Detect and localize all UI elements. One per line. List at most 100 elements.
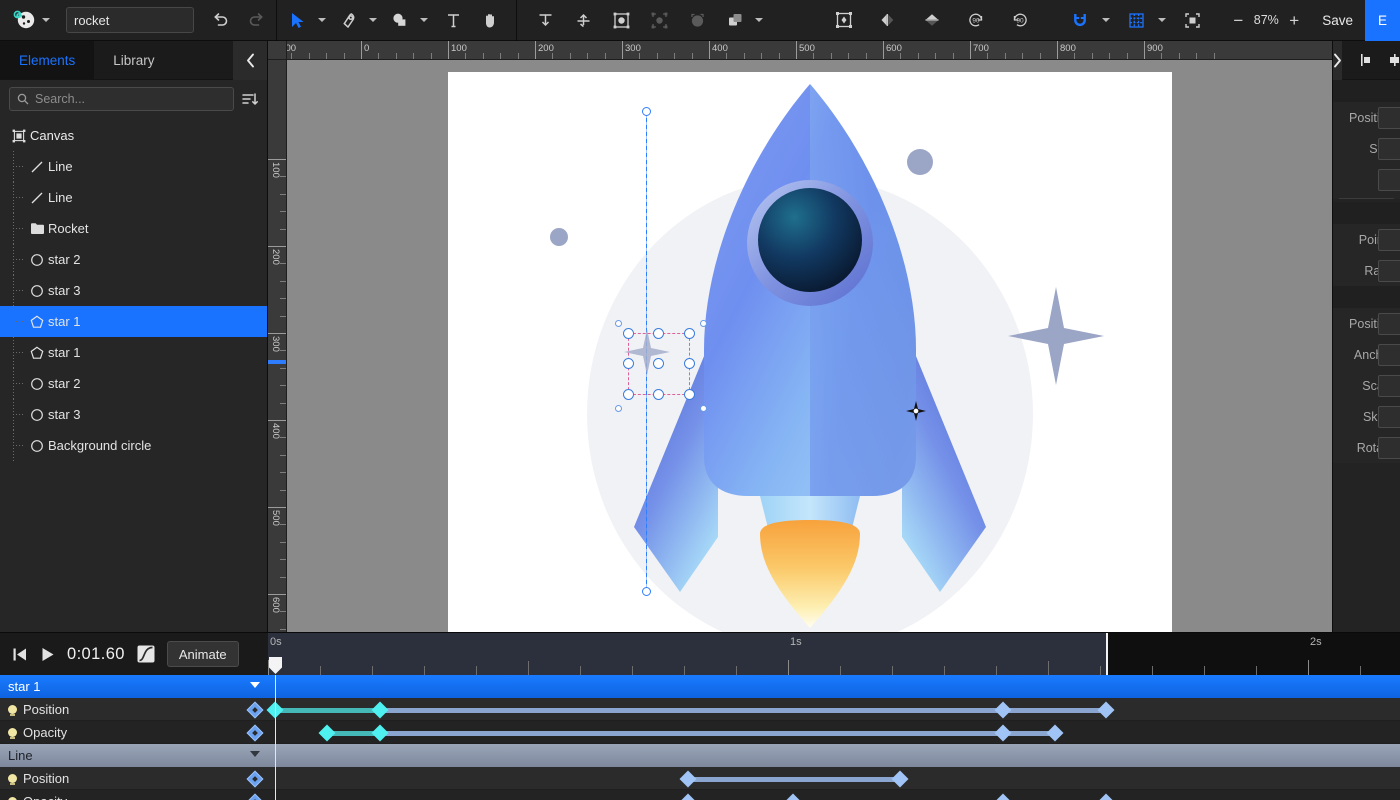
animate-button[interactable]: Animate [166,641,239,667]
zoom-level-label[interactable]: 87% [1249,13,1283,27]
chevron-down-icon[interactable] [250,682,260,688]
play-button[interactable] [39,646,56,663]
add-keyframe-button[interactable] [246,724,264,741]
resize-handle-t[interactable] [653,328,664,339]
rotate-handle-tl[interactable] [615,320,622,327]
resize-handle-r[interactable] [684,358,695,369]
tab-elements[interactable]: Elements [0,41,95,79]
shape-tool-caret-icon[interactable] [420,18,428,22]
timeline-property-row[interactable]: Opacity [0,790,1400,800]
layer-item-star-3[interactable]: star 3 [0,399,267,430]
save-button[interactable]: Save [1310,0,1365,41]
expand-right-panel-button[interactable] [1333,41,1342,80]
align-top-button[interactable] [531,6,559,34]
keyframe-marker[interactable] [994,724,1012,741]
keyframe-segment[interactable] [275,708,380,713]
keyframe-marker[interactable] [679,770,697,787]
timeline-object-row[interactable]: Line [0,744,1400,767]
timeline-property-header[interactable]: Position [0,698,268,721]
timeline-property-row[interactable]: Position [0,698,1400,721]
motion-path-endpoint-bottom[interactable] [642,587,651,596]
redo-button[interactable] [242,6,270,34]
align-left-panel-icon[interactable] [1352,46,1380,74]
mask-button[interactable] [683,6,711,34]
keyframe-enabled-icon[interactable] [8,727,17,739]
zoom-out-button[interactable]: − [1228,12,1248,29]
position-field[interactable]: Position: [1333,102,1400,133]
layer-item-star-2[interactable]: star 2 [0,368,267,399]
pen-tool[interactable] [334,6,362,34]
layer-item-line[interactable]: Line [0,151,267,182]
grid-caret-icon[interactable] [1158,18,1167,22]
resize-handle-tl[interactable] [623,328,634,339]
chevron-down-icon[interactable] [250,751,260,757]
undo-button[interactable] [206,6,234,34]
position-field-input[interactable] [1378,106,1400,129]
size-field-input[interactable] [1378,137,1400,160]
vertical-ruler[interactable]: 100 200 300 400 500 600 [268,60,287,632]
timeline-property-row[interactable]: Position [0,767,1400,790]
ungroup-button[interactable] [645,6,673,34]
zoom-in-button[interactable]: + [1284,12,1304,29]
motion-path-endpoint-top[interactable] [642,107,651,116]
resize-handle-b[interactable] [653,389,664,400]
search-input[interactable] [35,92,226,106]
timeline-object-band[interactable] [268,744,1400,767]
timeline-property-header[interactable]: Position [0,767,268,790]
timeline-end-marker[interactable] [1106,633,1108,675]
keyframe-segment[interactable] [688,777,900,782]
keyframe-marker[interactable] [784,793,802,800]
layer-item-star-2[interactable]: star 2 [0,244,267,275]
artboard[interactable] [448,72,1172,651]
layer-item-background-circle[interactable]: Background circle [0,430,267,461]
timeline-property-track[interactable] [268,767,1400,790]
go-to-start-button[interactable] [11,646,28,663]
shape-tool[interactable] [385,6,413,34]
canvas-area[interactable]: -1000100200300400500600700800900 1002003… [268,41,1332,651]
pen-tool-caret-icon[interactable] [369,18,377,22]
keyframe-enabled-icon[interactable] [8,796,17,800]
arrange-button[interactable] [721,6,749,34]
resize-handle-center[interactable] [653,358,664,369]
rotate-handle-br[interactable] [700,405,707,412]
scale-field-input[interactable] [1378,374,1400,397]
text-tool[interactable] [439,6,467,34]
keyframe-marker[interactable] [1097,701,1115,718]
align-middle-button[interactable] [569,6,597,34]
app-logo-group[interactable] [0,0,56,41]
timeline-object-header[interactable]: star 1 [0,675,268,698]
keyframe-marker[interactable] [1097,793,1115,800]
skew-field-input[interactable] [1378,405,1400,428]
points-field[interactable]: Points: [1333,224,1400,255]
keyframe-marker[interactable] [371,701,389,718]
arrange-caret-icon[interactable] [755,18,763,22]
transform-position-field-input[interactable] [1378,312,1400,335]
rotate-ccw-90-button[interactable]: 90 [962,6,990,34]
tab-library[interactable]: Library [94,41,173,79]
horizontal-ruler[interactable]: -1000100200300400500600700800900 [268,41,1332,60]
rotate-handle-tr[interactable] [700,320,707,327]
ratio-field[interactable]: Ratio: [1333,255,1400,286]
app-menu-caret-icon[interactable] [42,18,50,22]
keyframe-marker[interactable] [994,701,1012,718]
keyframe-segment[interactable] [380,731,1055,736]
timeline-property-header[interactable]: Opacity [0,721,268,744]
points-field-input[interactable] [1378,228,1400,251]
add-keyframe-button[interactable] [246,770,264,787]
skew-field[interactable]: Skew: [1333,401,1400,432]
keyframe-marker[interactable] [1046,724,1064,741]
anchor-field-input[interactable] [1378,343,1400,366]
select-tool-caret-icon[interactable] [318,18,326,22]
rotate-cw-90-button[interactable]: 90 [1006,6,1034,34]
size-field[interactable]: Size: [1333,133,1400,164]
timeline-property-header[interactable]: Opacity [0,790,268,800]
snap-magnet-button[interactable] [1066,6,1094,34]
resize-handle-tr[interactable] [684,328,695,339]
resize-handle-br[interactable] [684,389,695,400]
timeline-object-row[interactable]: star 1 [0,675,1400,698]
rotate-field-input[interactable] [1378,436,1400,459]
snap-caret-icon[interactable] [1102,18,1111,22]
grid-button[interactable] [1122,6,1150,34]
timeline-ruler[interactable]: 0s 1s 2s [268,633,1400,675]
resize-handle-bl[interactable] [623,389,634,400]
